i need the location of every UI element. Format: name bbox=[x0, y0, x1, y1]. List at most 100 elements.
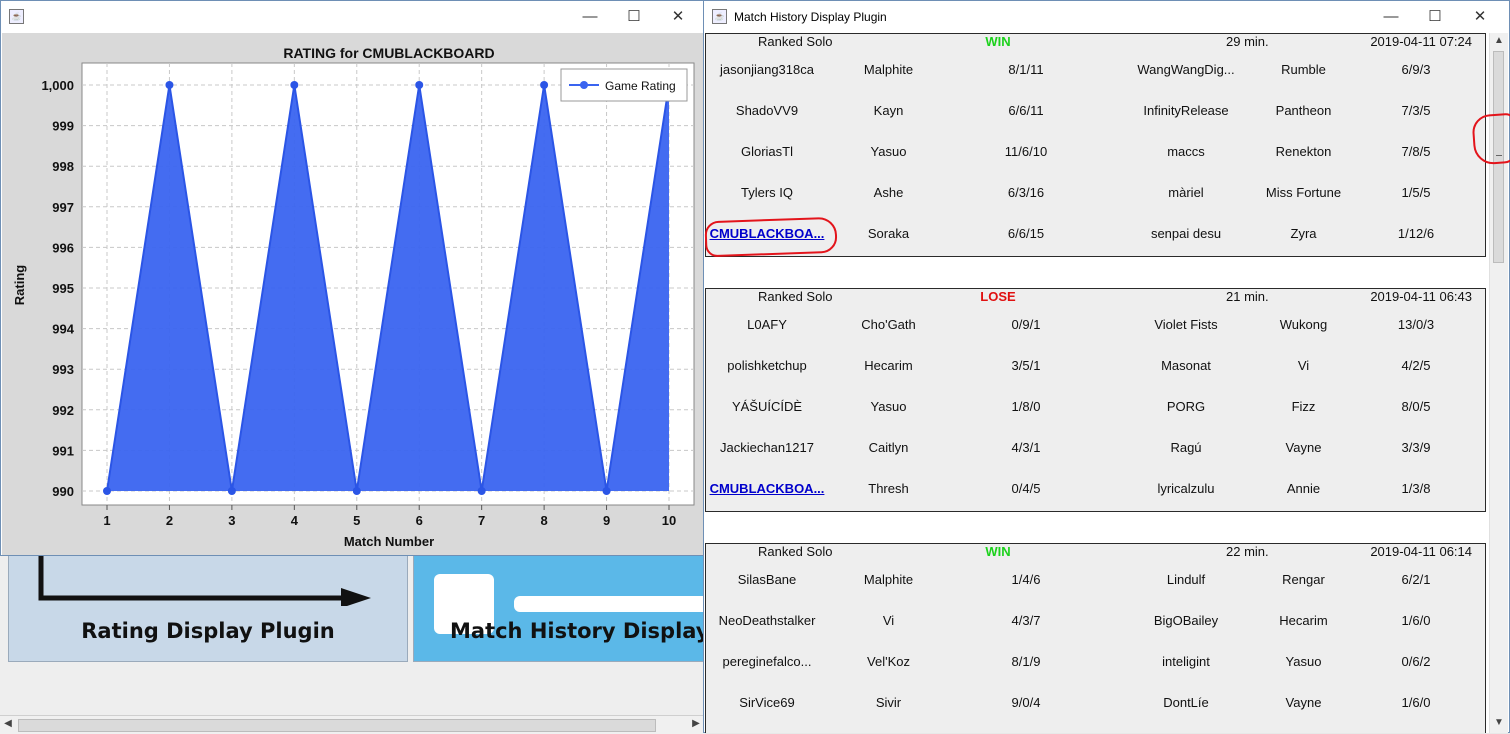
ally-kda: 8/1/11 bbox=[1008, 62, 1044, 77]
data-point bbox=[227, 487, 236, 495]
minimize-button[interactable]: — bbox=[573, 5, 607, 29]
ally-summoner: Jackiechan1217 bbox=[720, 440, 814, 455]
enemy-kda: 1/6/0 bbox=[1401, 695, 1431, 710]
match-result: WIN bbox=[985, 544, 1011, 559]
ally-kda: 0/4/5 bbox=[1011, 481, 1041, 496]
match-history-display-tile[interactable]: Match History Display bbox=[413, 545, 724, 662]
match-list[interactable]: Ranked Solo WIN 29 min. 2019-04-11 07:24 jas… bbox=[705, 33, 1490, 733]
enemy-champion: Vayne bbox=[1285, 440, 1322, 455]
rating-chart: RATING for CMUBLACKBOARD 990 991 992 993 994… bbox=[12, 45, 695, 549]
match-result: WIN bbox=[985, 34, 1011, 49]
enemy-summoner: InfinityRelease bbox=[1143, 103, 1229, 118]
ally-kda: 6/6/15 bbox=[1007, 226, 1045, 241]
enemy-champion: Annie bbox=[1286, 481, 1321, 496]
enemy-champion: Zyra bbox=[1290, 226, 1317, 241]
x-tick-label: 4 bbox=[291, 513, 299, 528]
match-queue: Ranked Solo bbox=[758, 34, 833, 49]
enemy-kda: 3/3/9 bbox=[1401, 440, 1431, 455]
enemy-champion: Rumble bbox=[1281, 62, 1326, 77]
data-point bbox=[103, 487, 111, 495]
maximize-button[interactable]: ☐ bbox=[617, 5, 651, 29]
data-point bbox=[290, 81, 299, 89]
enemy-kda: 8/0/5 bbox=[1401, 399, 1431, 414]
player-row: L0AFY Cho'Gath 0/9/1 Violet Fists Wukong 13/0… bbox=[706, 317, 1486, 337]
player-row: Jackiechan1217 Caitlyn 4/3/1 Ragú Vayne 3/3/9 bbox=[706, 440, 1486, 460]
enemy-champion: Hecarim bbox=[1279, 613, 1328, 628]
chart-panel: RATING for CMUBLACKBOARD 990 991 992 993 994… bbox=[2, 33, 704, 555]
player-row: SilasBane Malphite 1/4/6 Lindulf Rengar 6/2/1 bbox=[706, 572, 1486, 592]
enemy-kda: 1/5/5 bbox=[1401, 185, 1431, 200]
ally-kda: 6/3/16 bbox=[1007, 185, 1045, 200]
maximize-button[interactable]: ☐ bbox=[1418, 5, 1452, 29]
ally-summoner: YÁŠUÍCÍDÈ bbox=[731, 399, 803, 414]
ally-summoner: jasonjiang318ca bbox=[720, 62, 814, 77]
x-tick-label: 5 bbox=[353, 513, 360, 528]
rating-display-plugin-tile[interactable]: Rating Display Plugin bbox=[8, 545, 408, 662]
ally-kda: 4/3/1 bbox=[1011, 440, 1041, 455]
x-tick-label: 6 bbox=[416, 513, 423, 528]
enemy-summoner: DontLíe bbox=[1163, 695, 1209, 710]
ally-champion: Malphite bbox=[863, 62, 914, 77]
enemy-summoner: màriel bbox=[1168, 185, 1204, 200]
enemy-summoner: BigOBailey bbox=[1153, 613, 1219, 628]
player-row: pereginefalco... Vel'Koz 8/1/9 inteligint Ya… bbox=[706, 654, 1486, 674]
enemy-champion: Fizz bbox=[1291, 399, 1316, 414]
ally-summoner: SirVice69 bbox=[739, 695, 795, 710]
close-button[interactable]: ✕ bbox=[1463, 5, 1497, 29]
minimize-button[interactable]: — bbox=[1374, 5, 1408, 29]
enemy-summoner: Lindulf bbox=[1166, 572, 1206, 587]
match-date: 2019-04-11 07:24 bbox=[1370, 34, 1472, 49]
ally-champion: Ashe bbox=[873, 185, 904, 200]
enemy-summoner: inteligint bbox=[1162, 654, 1210, 669]
match-queue: Ranked Solo bbox=[758, 289, 833, 304]
ally-champion: Cho'Gath bbox=[861, 317, 916, 332]
ally-kda: 4/3/7 bbox=[1011, 613, 1041, 628]
player-row: polishketchup Hecarim 3/5/1 Masonat Vi 4/2/5 bbox=[706, 358, 1486, 378]
ally-summoner: polishketchup bbox=[727, 358, 807, 373]
match-duration: 29 min. bbox=[1226, 34, 1269, 49]
data-point bbox=[415, 81, 424, 89]
enemy-summoner: lyricalzulu bbox=[1157, 481, 1215, 496]
enemy-champion: Vi bbox=[1297, 358, 1310, 373]
player-row: jasonjiang318ca Malphite 8/1/11 WangWangDig… bbox=[706, 62, 1486, 82]
x-axis-label: Match Number bbox=[344, 534, 434, 549]
ally-summoner: pereginefalco... bbox=[722, 654, 812, 669]
y-tick-label: 996 bbox=[52, 240, 74, 255]
y-axis-label: Rating bbox=[12, 265, 27, 306]
y-tick-label: 998 bbox=[52, 159, 74, 174]
y-tick-label: 992 bbox=[52, 403, 74, 418]
player-row: GloriasTl Yasuo 11/6/10 maccs Renekton 7/8/5 bbox=[706, 144, 1486, 164]
scroll-right-icon[interactable]: ▶ bbox=[688, 716, 704, 732]
horizontal-scrollbar[interactable]: ◀ ▶ bbox=[0, 715, 705, 734]
scroll-up-icon[interactable]: ▲ bbox=[1491, 33, 1507, 49]
player-row: CMUBLACKBOA... Thresh 0/4/5 lyricalzulu Anni… bbox=[706, 481, 1486, 501]
player-row: YÁŠUÍCÍDÈ Yasuo 1/8/0 PORG Fizz 8/0/5 bbox=[706, 399, 1486, 419]
ally-kda: 1/4/6 bbox=[1011, 572, 1041, 587]
x-tick-label: 10 bbox=[662, 513, 676, 528]
enemy-kda: 6/9/3 bbox=[1401, 62, 1431, 77]
legend-label: Game Rating bbox=[605, 79, 676, 93]
enemy-kda: 0/6/2 bbox=[1401, 654, 1431, 669]
legend: Game Rating bbox=[560, 68, 688, 102]
enemy-kda: 1/6/0 bbox=[1401, 613, 1431, 628]
ally-champion: Soraka bbox=[867, 226, 910, 241]
close-button[interactable]: ✕ bbox=[661, 5, 695, 29]
data-point bbox=[540, 81, 549, 89]
y-tick-label: 995 bbox=[52, 281, 74, 296]
scrollbar-thumb[interactable] bbox=[18, 719, 656, 732]
ally-champion: Vel'Koz bbox=[867, 654, 910, 669]
ally-champion: Hecarim bbox=[864, 358, 913, 373]
scroll-left-icon[interactable]: ◀ bbox=[0, 716, 16, 732]
match-history-window: ☕ Match History Display Plugin — ☐ ✕ Ran… bbox=[703, 0, 1510, 733]
x-tick-label: 3 bbox=[228, 513, 235, 528]
enemy-summoner: senpai desu bbox=[1150, 226, 1222, 241]
user-profile-link[interactable]: CMUBLACKBOA... bbox=[706, 481, 828, 496]
red-circle-annotation bbox=[704, 216, 838, 258]
ally-kda: 0/9/1 bbox=[1011, 317, 1041, 332]
legend-marker bbox=[580, 81, 588, 89]
title-bar[interactable]: ☕ — ☐ ✕ bbox=[1, 1, 704, 33]
title-bar[interactable]: ☕ Match History Display Plugin — ☐ ✕ bbox=[704, 1, 1509, 33]
match-date: 2019-04-11 06:14 bbox=[1370, 544, 1472, 559]
match-queue: Ranked Solo bbox=[758, 544, 833, 559]
scroll-down-icon[interactable]: ▼ bbox=[1491, 715, 1507, 731]
